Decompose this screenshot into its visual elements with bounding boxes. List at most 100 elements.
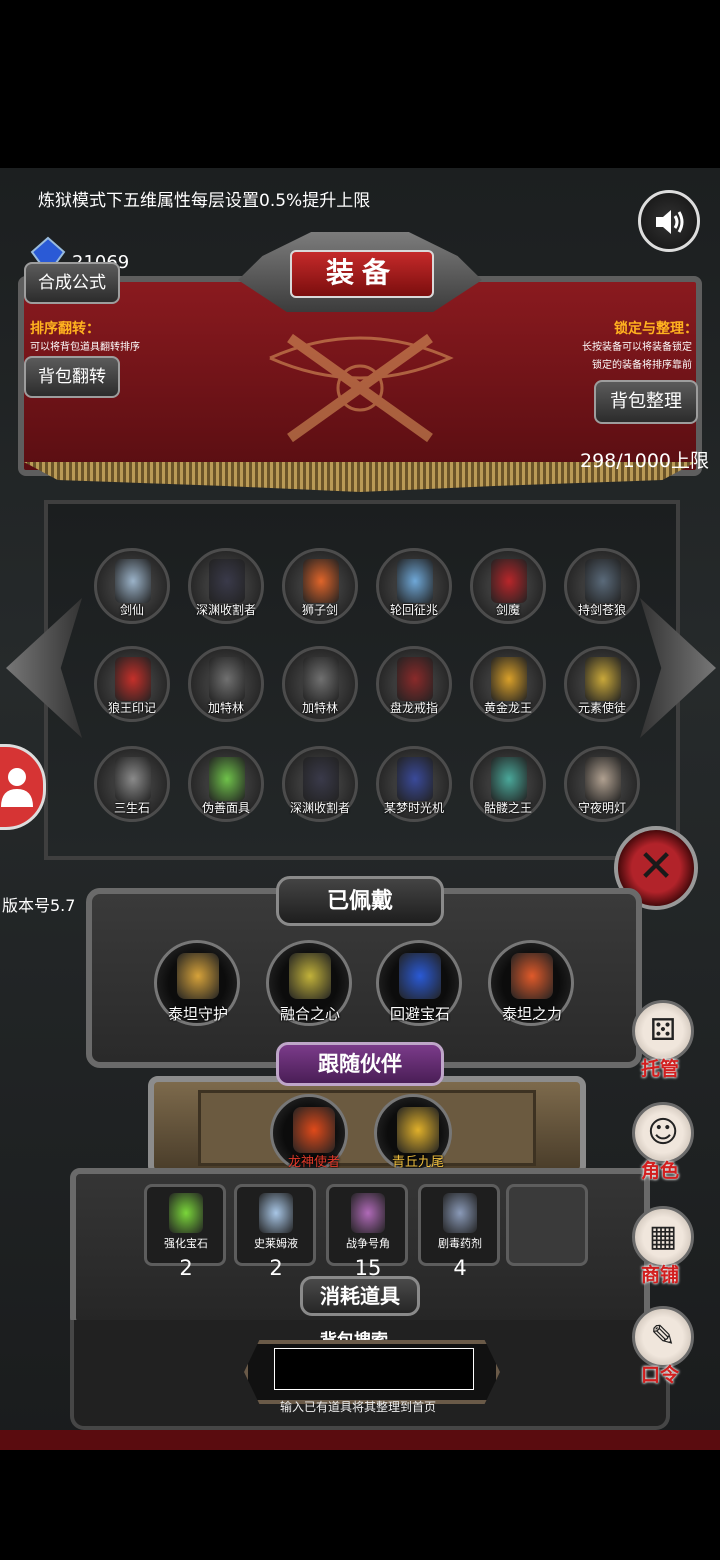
close-icon: ✕ (637, 841, 675, 892)
equipped-item-icon (177, 953, 219, 999)
consumable-count: 4 (453, 1256, 467, 1280)
notice-text: 炼狱模式下五维属性每层设置0.5%提升上限 (38, 191, 371, 211)
bag-flip-button[interactable]: 背包翻转 (24, 356, 120, 398)
page-title: 装备 (290, 250, 434, 298)
consumable-slot[interactable]: 战争号角 (326, 1184, 408, 1266)
item-label: 轮回征兆 (389, 603, 438, 617)
search-hint: 输入已有道具将其整理到首页 (280, 1400, 437, 1414)
item-label: 三生石 (113, 801, 150, 815)
consumable-slot[interactable]: 史莱姆液 (234, 1184, 316, 1266)
crossed-swords-emblem (269, 333, 454, 443)
item-icon (115, 559, 151, 603)
equipped-item[interactable]: 泰坦守护 (154, 940, 240, 1026)
consumable-count: 2 (179, 1256, 193, 1280)
inventory-item[interactable]: 轮回征兆 (376, 548, 452, 624)
inventory-item[interactable]: 狼王印记 (94, 646, 170, 722)
item-icon (585, 757, 621, 801)
hooded-figure-icon: ☺ (647, 1115, 679, 1150)
inventory-item[interactable]: 守夜明灯 (564, 746, 640, 822)
equipped-title: 已佩戴 (276, 876, 444, 926)
side-menu-button[interactable]: ▦ (632, 1206, 694, 1268)
item-icon (491, 559, 527, 603)
shop-icon: ▦ (648, 1219, 678, 1254)
side-menu-label: 商铺 (640, 1264, 679, 1286)
item-label: 伪善面具 (201, 801, 250, 815)
item-icon (303, 559, 339, 603)
bag-search-input[interactable] (274, 1348, 474, 1390)
companion-item[interactable]: 青丘九尾 (374, 1094, 452, 1172)
bottom-border (0, 1430, 720, 1450)
equipped-item-icon (399, 953, 441, 999)
equipped-item-label: 泰坦守护 (167, 1005, 228, 1023)
lock-sort-description-2: 锁定的装备将排序靠前 (592, 360, 692, 371)
consumable-slot[interactable]: 剧毒药剂 (418, 1184, 500, 1266)
inventory-item[interactable]: 剑魔 (470, 548, 546, 624)
item-icon (397, 757, 433, 801)
inventory-item[interactable]: 深渊收割者 (188, 548, 264, 624)
item-icon (491, 657, 527, 701)
lock-sort-description-1: 长按装备可以将装备锁定 (582, 342, 692, 353)
sort-flip-description: 可以将背包道具翻转排序 (30, 342, 140, 353)
consumable-slot[interactable]: 强化宝石 (144, 1184, 226, 1266)
item-label: 剑魔 (495, 603, 520, 617)
inventory-item[interactable]: 加特林 (188, 646, 264, 722)
consumable-icon (259, 1193, 293, 1233)
equipped-item-label: 回避宝石 (389, 1005, 450, 1023)
inventory-item[interactable]: 剑仙 (94, 548, 170, 624)
companion-item[interactable]: 龙神使者 (270, 1094, 348, 1172)
item-label: 深渊收割者 (289, 801, 350, 815)
item-icon (303, 657, 339, 701)
companion-icon (397, 1107, 439, 1153)
item-icon (585, 657, 621, 701)
inventory-item[interactable]: 骷髅之王 (470, 746, 546, 822)
dice-icon: ⚄ (649, 1013, 677, 1048)
companion-title: 跟随伙伴 (276, 1042, 444, 1086)
inventory-item[interactable]: 盘龙戒指 (376, 646, 452, 722)
inventory-item[interactable]: 黄金龙王 (470, 646, 546, 722)
item-label: 守夜明灯 (577, 801, 626, 815)
companion-icon (293, 1107, 335, 1153)
inventory-item[interactable]: 加特林 (282, 646, 358, 722)
item-label: 持剑苍狼 (577, 603, 626, 617)
empty-consumable-slot[interactable] (506, 1184, 588, 1266)
inventory-item[interactable]: 持剑苍狼 (564, 548, 640, 624)
side-menu-label: 口令 (640, 1364, 679, 1386)
side-menu-label: 托管 (640, 1058, 679, 1080)
inventory-item[interactable]: 元素使徒 (564, 646, 640, 722)
item-label: 骷髅之王 (483, 801, 532, 815)
bag-capacity: 298/1000上限 (580, 450, 710, 472)
item-icon (585, 559, 621, 603)
equipped-item[interactable]: 回避宝石 (376, 940, 462, 1026)
item-icon (115, 657, 151, 701)
item-label: 元素使徒 (577, 701, 626, 715)
consumable-icon (443, 1193, 477, 1233)
side-menu-button[interactable]: ✎ (632, 1306, 694, 1368)
equipped-item-icon (289, 953, 331, 999)
inventory-item[interactable]: 三生石 (94, 746, 170, 822)
consumables-title: 消耗道具 (300, 1276, 420, 1316)
item-label: 狮子剑 (301, 603, 338, 617)
synthesis-formula-button[interactable]: 合成公式 (24, 262, 120, 304)
item-label: 盘龙戒指 (389, 701, 438, 715)
side-menu-label: 角色 (640, 1160, 679, 1182)
item-label: 深渊收割者 (195, 603, 256, 617)
inventory-item[interactable]: 伪善面具 (188, 746, 264, 822)
item-label: 剑仙 (119, 603, 144, 617)
side-menu-button[interactable]: ⚄ (632, 1000, 694, 1062)
item-label: 某梦时光机 (383, 801, 444, 815)
consumable-icon (169, 1193, 203, 1233)
consumable-label: 强化宝石 (164, 1237, 208, 1250)
bag-sort-button[interactable]: 背包整理 (594, 380, 698, 424)
inventory-item[interactable]: 狮子剑 (282, 548, 358, 624)
user-icon (1, 768, 33, 807)
inventory-item[interactable]: 某梦时光机 (376, 746, 452, 822)
consumable-label: 史莱姆液 (254, 1237, 298, 1250)
equipped-item-label: 融合之心 (279, 1005, 340, 1023)
equipped-item[interactable]: 泰坦之力 (488, 940, 574, 1026)
inventory-item[interactable]: 深渊收割者 (282, 746, 358, 822)
sound-toggle-button[interactable] (638, 190, 700, 252)
side-menu-button[interactable]: ☺ (632, 1102, 694, 1164)
equipped-item[interactable]: 融合之心 (266, 940, 352, 1026)
item-icon (209, 657, 245, 701)
item-label: 狼王印记 (107, 701, 156, 715)
